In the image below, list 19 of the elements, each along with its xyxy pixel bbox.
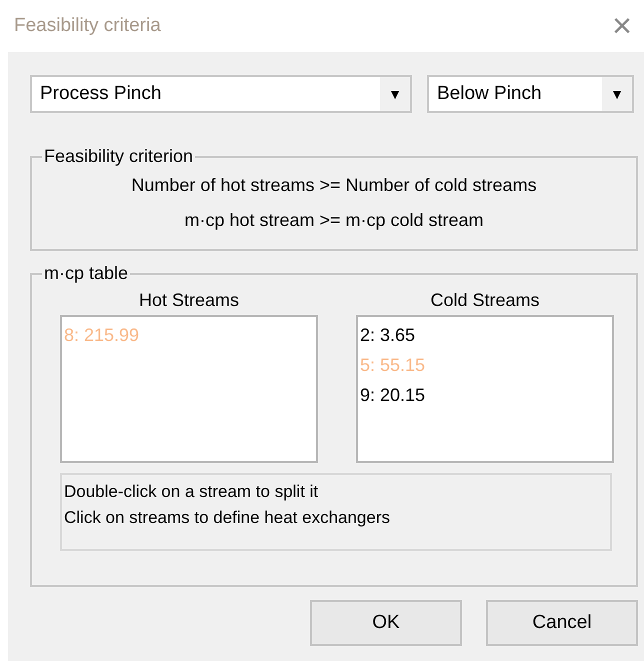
criterion-text: Number of hot streams >= Number of cold streams	[131, 175, 537, 196]
close-button[interactable]: ×	[600, 9, 644, 43]
message-text: Double-click on a stream to split it	[64, 481, 320, 503]
list-heading: Cold Streams	[430, 290, 540, 311]
window-title: Feasibility criteria	[14, 15, 161, 37]
stream-item[interactable]: 9: 20.15	[360, 380, 610, 410]
group-title: m·cp table	[43, 263, 130, 284]
dropdown-arrow-button[interactable]: ▼	[380, 77, 410, 111]
stream-item[interactable]: 2: 3.65	[360, 320, 610, 350]
criterion-text: m·cp hot stream >= m·cp cold stream	[184, 210, 484, 231]
cancel-button[interactable]: Cancel	[486, 600, 638, 646]
group-title: Feasibility criterion	[43, 146, 194, 167]
message-text: Click on streams to define heat exchangers	[64, 507, 392, 529]
dropdown[interactable]: Process Pinch ▼	[30, 75, 412, 113]
dropdown[interactable]: Below Pinch ▼	[427, 75, 634, 113]
ok-button[interactable]: OK	[310, 600, 462, 646]
stream-list[interactable]: 2: 3.65 5: 55.15 9: 20.15	[356, 315, 614, 463]
dropdown-arrow-button[interactable]: ▼	[602, 77, 632, 111]
list-heading: Hot Streams	[138, 290, 240, 311]
